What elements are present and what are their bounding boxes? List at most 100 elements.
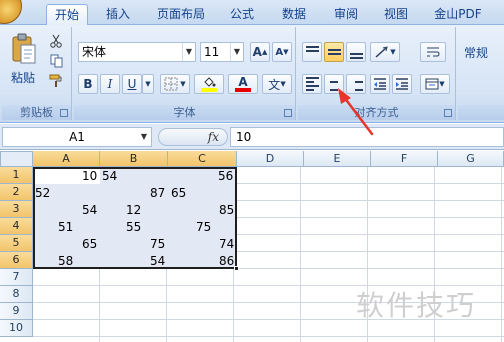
row-header-10[interactable]: 10 bbox=[0, 320, 33, 337]
column-header-c[interactable]: C bbox=[168, 151, 237, 167]
number-format-value[interactable]: 常规 bbox=[464, 44, 488, 61]
fill-color-button[interactable] bbox=[194, 74, 224, 94]
font-color-icon: A bbox=[238, 75, 248, 89]
font-launcher-icon[interactable] bbox=[284, 109, 292, 117]
row-header-1[interactable]: 1 bbox=[0, 167, 33, 184]
cell-c5[interactable]: 74 bbox=[219, 236, 234, 253]
row-header-8[interactable]: 8 bbox=[0, 286, 33, 303]
underline-dropdown-icon[interactable]: ▼ bbox=[142, 74, 154, 94]
row-header-9[interactable]: 9 bbox=[0, 303, 33, 320]
insert-function-icon[interactable]: fx bbox=[208, 130, 219, 144]
row-header-5[interactable]: 5 bbox=[0, 235, 33, 252]
cell-b3[interactable]: 12 bbox=[126, 202, 141, 219]
borders-button[interactable]: ▼ bbox=[160, 74, 190, 94]
tab-formulas[interactable]: 公式 bbox=[220, 4, 264, 25]
column-header-f[interactable]: F bbox=[371, 151, 438, 167]
wrap-text-button[interactable] bbox=[420, 42, 446, 62]
phonetic-guide-button[interactable]: 文 ▼ bbox=[262, 74, 292, 94]
decrease-indent-button[interactable] bbox=[370, 74, 390, 94]
alignment-group: ▼ ▼ 对齐方式 bbox=[298, 27, 456, 120]
tab-view[interactable]: 视图 bbox=[374, 4, 418, 25]
name-box-dropdown-icon[interactable]: ▼ bbox=[141, 128, 147, 146]
cell-a4[interactable]: 51 bbox=[58, 219, 73, 236]
phonetic-guide-icon: 文 bbox=[268, 77, 281, 92]
shrink-font-button[interactable]: A ▼ bbox=[272, 42, 292, 62]
grow-font-button[interactable]: A ▲ bbox=[250, 42, 270, 62]
tab-pdf[interactable]: 金山PDF bbox=[424, 4, 492, 25]
merge-center-button[interactable]: ▼ bbox=[420, 74, 450, 94]
column-header-e[interactable]: E bbox=[304, 151, 371, 167]
align-right-button[interactable] bbox=[346, 74, 366, 94]
font-group: 宋体 ▼ 11 ▼ A ▲ A ▼ B I U ▼ ▼ A 文 ▼ 字体 bbox=[74, 27, 296, 120]
align-right-icon bbox=[350, 77, 363, 91]
cut-button[interactable] bbox=[46, 31, 66, 51]
cell-c2[interactable]: 65 bbox=[171, 185, 186, 202]
cell-a1[interactable]: 10 bbox=[82, 168, 97, 185]
align-left-button[interactable] bbox=[302, 74, 322, 94]
cell-b5[interactable]: 75 bbox=[150, 236, 165, 253]
ribbon-tab-bar: 开始 插入 页面布局 公式 数据 审阅 视图 金山PDF bbox=[0, 0, 504, 26]
font-size-value: 11 bbox=[204, 45, 220, 59]
cell-b1[interactable]: 54 bbox=[102, 168, 117, 185]
align-middle-button[interactable] bbox=[324, 42, 344, 62]
underline-button[interactable]: U bbox=[122, 74, 142, 94]
borders-icon bbox=[164, 77, 178, 91]
name-box[interactable]: A1 ▼ bbox=[2, 127, 152, 147]
font-size-dropdown-icon[interactable]: ▼ bbox=[230, 43, 243, 61]
row-header-2[interactable]: 2 bbox=[0, 184, 33, 201]
align-top-button[interactable] bbox=[302, 42, 322, 62]
format-painter-button[interactable] bbox=[46, 71, 66, 91]
column-header-g[interactable]: G bbox=[438, 151, 504, 167]
paste-icon bbox=[12, 33, 36, 64]
font-name-value: 宋体 bbox=[82, 45, 107, 59]
copy-button[interactable] bbox=[46, 51, 66, 71]
alignment-launcher-icon[interactable] bbox=[444, 109, 452, 117]
cell-a3[interactable]: 54 bbox=[82, 202, 97, 219]
tab-insert[interactable]: 插入 bbox=[96, 4, 140, 25]
cell-b4[interactable]: 55 bbox=[126, 219, 141, 236]
column-header-a[interactable]: A bbox=[33, 151, 100, 167]
align-center-button[interactable] bbox=[324, 74, 344, 94]
orientation-dropdown-icon: ▼ bbox=[390, 48, 396, 56]
tab-page-layout[interactable]: 页面布局 bbox=[150, 4, 212, 25]
tab-data[interactable]: 数据 bbox=[272, 4, 316, 25]
font-name-dropdown-icon[interactable]: ▼ bbox=[182, 43, 195, 61]
cell-c6[interactable]: 86 bbox=[219, 253, 234, 270]
fill-handle[interactable] bbox=[234, 266, 239, 271]
italic-button[interactable]: I bbox=[100, 74, 120, 94]
cell-a2[interactable]: 52 bbox=[35, 185, 50, 202]
align-bottom-button[interactable] bbox=[346, 42, 366, 62]
select-all-button[interactable] bbox=[0, 151, 33, 167]
row-header-3[interactable]: 3 bbox=[0, 201, 33, 218]
merge-center-icon bbox=[425, 78, 439, 90]
row-header-4[interactable]: 4 bbox=[0, 218, 33, 235]
align-bottom-icon bbox=[349, 46, 363, 59]
cell-a6[interactable]: 58 bbox=[58, 253, 73, 270]
clipboard-launcher-icon[interactable] bbox=[60, 109, 68, 117]
tab-review[interactable]: 审阅 bbox=[324, 4, 368, 25]
row-header-7[interactable]: 7 bbox=[0, 269, 33, 286]
cell-b6[interactable]: 54 bbox=[150, 253, 165, 270]
column-header-b[interactable]: B bbox=[100, 151, 168, 167]
formula-input[interactable]: 10 bbox=[230, 127, 504, 147]
cell-c1[interactable]: 56 bbox=[218, 168, 233, 185]
row-header-6[interactable]: 6 bbox=[0, 252, 33, 269]
cell-c3[interactable]: 85 bbox=[219, 202, 234, 219]
merge-dropdown-icon: ▼ bbox=[439, 80, 445, 88]
align-left-icon bbox=[305, 77, 319, 91]
cell-c4[interactable]: 75 bbox=[196, 219, 211, 236]
bold-button[interactable]: B bbox=[78, 74, 98, 94]
tab-home[interactable]: 开始 bbox=[46, 4, 88, 26]
font-name-combo[interactable]: 宋体 ▼ bbox=[78, 42, 196, 62]
increase-indent-button[interactable] bbox=[392, 74, 412, 94]
cell-a5[interactable]: 65 bbox=[82, 236, 97, 253]
paste-button[interactable]: 粘贴 bbox=[6, 31, 42, 89]
office-button[interactable] bbox=[0, 0, 22, 24]
font-size-combo[interactable]: 11 ▼ bbox=[200, 42, 244, 62]
orientation-button[interactable]: ▼ bbox=[370, 42, 400, 62]
column-header-d[interactable]: D bbox=[237, 151, 304, 167]
cell-b2[interactable]: 87 bbox=[150, 185, 165, 202]
font-color-button[interactable]: A bbox=[228, 74, 258, 94]
shrink-font-icon: A bbox=[275, 46, 284, 58]
align-top-icon bbox=[305, 45, 319, 59]
